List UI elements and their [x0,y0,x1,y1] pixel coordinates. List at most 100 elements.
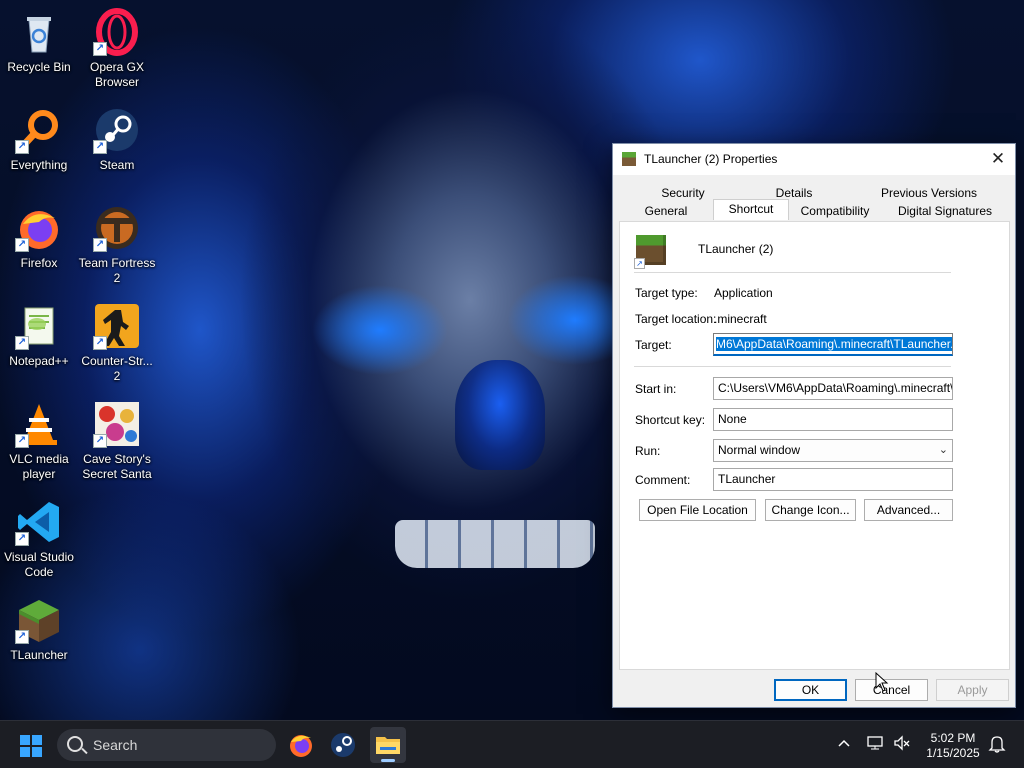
wallpaper-skull-teeth [395,520,595,568]
shortcut-tab-panel: ↗ TLauncher (2) Target type: Application… [619,221,1010,670]
target-type-label: Target type: [635,286,698,300]
vscode-icon: ↗ [15,498,63,546]
start-in-input[interactable]: C:\Users\VM6\AppData\Roaming\.minecraft\ [713,377,953,400]
target-location-value: .minecraft [714,312,767,326]
shortcut-arrow-icon: ↗ [15,532,29,546]
search-placeholder: Search [93,737,138,753]
run-label: Run: [635,444,661,458]
shortcut-arrow-icon: ↗ [93,140,107,154]
clock-time: 5:02 PM [930,731,976,745]
shortcut-key-label: Shortcut key: [635,413,706,427]
counter-strike-icon: ↗ [93,302,141,350]
shortcut-arrow-icon: ↗ [15,434,29,448]
target-input-text: M6\AppData\Roaming\.minecraft\TLauncher.… [716,337,952,351]
desktop-icon-firefox[interactable]: ↗ Firefox [0,204,78,271]
comment-label: Comment: [635,473,691,487]
notification-bell-icon[interactable] [988,734,1006,757]
desktop-icon-label: Everything [10,158,68,172]
tlauncher-properties-dialog: TLauncher (2) Properties ✕ Security Deta… [612,143,1016,708]
desktop-icon-label: Visual Studio Code [4,550,74,579]
chevron-up-icon[interactable] [837,735,851,754]
target-location-label: Target location: [635,312,717,326]
shortcut-arrow-icon: ↗ [15,238,29,252]
desktop-icon-everything[interactable]: ↗ Everything [0,106,78,173]
close-icon[interactable]: ✕ [981,144,1015,175]
vlc-icon: ↗ [15,400,63,448]
advanced-button[interactable]: Advanced... [864,499,953,521]
desktop-icon-label: Notepad++ [9,354,69,368]
desktop-icon-cave-story[interactable]: ↗ Cave Story's Secret Santa [78,400,156,482]
tab-previous-versions[interactable]: Previous Versions [849,184,1009,202]
desktop-icon-recycle-bin[interactable]: Recycle Bin [0,8,78,75]
shortcut-arrow-icon: ↗ [15,140,29,154]
mouse-cursor-icon [875,672,889,692]
shortcut-arrow-icon: ↗ [15,336,29,350]
comment-input[interactable]: TLauncher [713,468,953,491]
firefox-icon [290,735,312,757]
chevron-down-icon: ⌄ [938,444,948,456]
desktop-icon-label: VLC media player [9,452,69,481]
desktop-icon-label: Team Fortress 2 [78,256,156,285]
desktop-icon-label: Opera GX Browser [89,60,145,89]
cave-story-icon: ↗ [93,400,141,448]
taskbar-file-explorer[interactable] [370,727,406,763]
desktop-icon-opera-gx[interactable]: ↗ Opera GX Browser [78,8,156,90]
network-icon[interactable] [866,734,884,755]
clock-date: 1/15/2025 [926,746,980,760]
target-input[interactable]: M6\AppData\Roaming\.minecraft\TLauncher.… [713,333,953,356]
desktop-icon-label: Cave Story's Secret Santa [82,452,152,481]
desktop-icon-vlc[interactable]: ↗ VLC media player [0,400,78,482]
wallpaper-skull-nose [455,360,545,470]
dialog-title: TLauncher (2) Properties [644,152,778,166]
cancel-button[interactable]: Cancel [855,679,928,701]
team-fortress-icon: ↗ [93,204,141,252]
shortcut-arrow-icon: ↗ [93,238,107,252]
taskbar-firefox[interactable] [283,727,319,763]
minecraft-icon: ↗ [634,235,666,269]
desktop-icon-label: Steam [99,158,135,172]
tab-shortcut[interactable]: Shortcut [713,199,789,220]
dialog-titlebar[interactable]: TLauncher (2) Properties ✕ [613,144,1015,175]
desktop-icon-vscode[interactable]: ↗ Visual Studio Code [0,498,78,580]
taskbar: Search 5:02 PM 1/15/2025 [0,720,1024,768]
firefox-icon: ↗ [15,204,63,252]
divider [634,366,951,367]
file-explorer-icon [376,737,400,754]
apply-button[interactable]: Apply [936,679,1009,701]
windows-start-icon[interactable] [20,735,42,757]
shortcut-arrow-icon: ↗ [93,434,107,448]
volume-muted-icon[interactable] [893,734,911,755]
steam-icon [331,733,355,757]
taskbar-steam[interactable] [325,727,361,763]
minecraft-icon: ↗ [15,596,63,644]
desktop-icon-counter-strike[interactable]: ↗ Counter-Str... 2 [78,302,156,384]
search-icon [67,736,83,752]
target-type-value: Application [714,286,773,300]
taskbar-clock[interactable]: 5:02 PM 1/15/2025 [918,731,988,761]
desktop-icon-label: Counter-Str... 2 [81,354,153,383]
shortcut-key-input[interactable]: None [713,408,953,431]
desktop-icon-steam[interactable]: ↗ Steam [78,106,156,173]
steam-icon: ↗ [93,106,141,154]
desktop-icon-notepadpp[interactable]: ↗ Notepad++ [0,302,78,369]
desktop-icon-team-fortress[interactable]: ↗ Team Fortress 2 [78,204,156,286]
change-icon-button[interactable]: Change Icon... [765,499,856,521]
taskbar-search-box[interactable]: Search [57,729,276,761]
run-select[interactable]: Normal window ⌄ [713,439,953,462]
shortcut-arrow-icon: ↗ [15,630,29,644]
desktop-icon-tlauncher[interactable]: ↗ TLauncher [0,596,78,663]
notepadpp-icon: ↗ [15,302,63,350]
ok-button[interactable]: OK [774,679,847,701]
everything-search-icon: ↗ [15,106,63,154]
open-file-location-button[interactable]: Open File Location [639,499,756,521]
shortcut-arrow-icon: ↗ [634,258,645,269]
tab-compatibility[interactable]: Compatibility [789,202,881,220]
desktop-icon-label: TLauncher [10,648,68,662]
tab-digital-signatures[interactable]: Digital Signatures [881,202,1009,220]
shortcut-arrow-icon: ↗ [93,42,107,56]
tab-general[interactable]: General [619,202,713,220]
target-label: Target: [635,338,672,352]
minecraft-icon [622,152,636,166]
shortcut-arrow-icon: ↗ [93,336,107,350]
opera-gx-icon: ↗ [93,8,141,56]
